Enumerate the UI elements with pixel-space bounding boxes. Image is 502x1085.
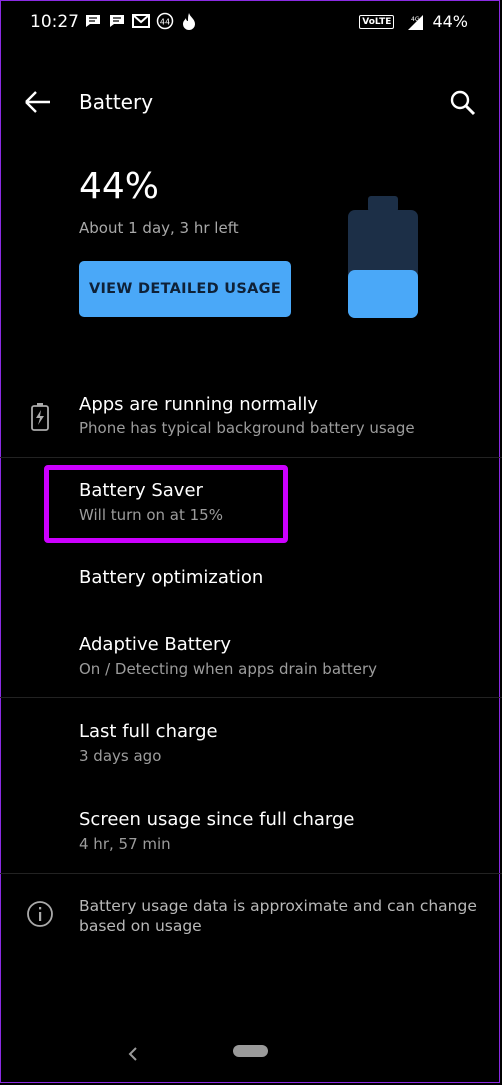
divider: [0, 697, 502, 698]
item-title: Last full charge: [79, 721, 218, 742]
network-type: 4G: [411, 16, 420, 23]
item-title: Adaptive Battery: [79, 634, 232, 655]
divider: [0, 457, 502, 458]
divider: [0, 873, 502, 874]
status-battery-percent: 44%: [432, 12, 468, 31]
usage-disclaimer: Battery usage data is approximate and ca…: [79, 897, 477, 935]
item-subtitle: 3 days ago: [79, 747, 162, 765]
message-icon: [84, 12, 102, 30]
list-item-battery-optimization[interactable]: Battery optimization: [0, 563, 502, 603]
item-title: Battery optimization: [79, 567, 264, 588]
navigation-bar: [0, 1025, 502, 1085]
list-item-adaptive-battery[interactable]: Adaptive Battery On / Detecting when app…: [0, 630, 502, 686]
status-time: 10:27: [30, 12, 79, 32]
status-right: VoLTE 4G 44%: [359, 12, 468, 31]
notification-icons: 44: [84, 12, 198, 30]
battery-cap: [368, 196, 398, 212]
flame-icon: [180, 12, 198, 30]
badge-icon: 44: [156, 12, 174, 30]
list-item-screen-usage[interactable]: Screen usage since full charge 4 hr, 57 …: [0, 805, 502, 861]
gmail-icon: [132, 12, 150, 30]
badge-count: 44: [160, 18, 170, 27]
battery-charging-icon: [26, 402, 54, 431]
signal-icon: 4G: [402, 13, 424, 31]
search-icon[interactable]: [448, 88, 478, 118]
nav-back-icon[interactable]: [124, 1043, 142, 1065]
item-title: Apps are running normally: [79, 394, 319, 415]
item-subtitle: Phone has typical background battery usa…: [79, 419, 415, 437]
list-item-battery-saver[interactable]: Battery Saver Will turn on at 15%: [0, 476, 502, 532]
nav-home-pill[interactable]: [233, 1045, 268, 1057]
battery-fill: [348, 270, 418, 318]
item-subtitle: 4 hr, 57 min: [79, 835, 171, 853]
info-icon: [26, 900, 54, 928]
item-title: Screen usage since full charge: [79, 809, 355, 830]
app-bar: Battery: [0, 72, 502, 132]
battery-percent: 44%: [79, 166, 160, 207]
volte-indicator: VoLTE: [359, 14, 395, 29]
status-bar: 10:27 44 VoLTE 4G 44%: [0, 0, 502, 46]
battery-level-icon: [346, 196, 420, 320]
message-icon: [108, 12, 126, 30]
time-remaining: About 1 day, 3 hr left: [79, 219, 239, 237]
item-subtitle: Will turn on at 15%: [79, 506, 223, 524]
page-title: Battery: [79, 90, 154, 114]
view-detailed-usage-button[interactable]: VIEW DETAILED USAGE: [79, 261, 291, 317]
item-subtitle: On / Detecting when apps drain battery: [79, 660, 378, 678]
item-title: Battery Saver: [79, 480, 203, 501]
list-item-apps-status[interactable]: Apps are running normally Phone has typi…: [0, 390, 502, 458]
back-arrow-icon[interactable]: [22, 88, 54, 116]
list-item-last-full-charge[interactable]: Last full charge 3 days ago: [0, 717, 502, 773]
